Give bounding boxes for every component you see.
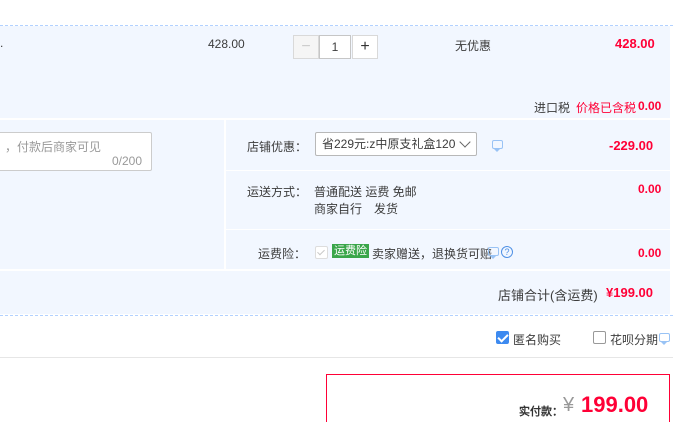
shop-discount-select[interactable]: 省229元:z中原支礼盒120 <box>315 132 477 156</box>
shop-discount-selected: 省229元:z中原支礼盒120 <box>322 137 456 151</box>
insurance-value: 0.00 <box>638 246 662 260</box>
tax-label: 进口税 <box>534 101 571 115</box>
item-discount: 无优惠 <box>455 39 492 53</box>
tax-value: 0.00 <box>638 99 662 113</box>
shop-discount-value: -229.00 <box>609 138 654 153</box>
unit-price: 428.00 <box>208 37 245 51</box>
item-title-fragment: . <box>0 36 4 50</box>
buyer-message-field[interactable]: ，付款后商家可见 0/200 <box>0 132 152 171</box>
payment-amount: 199.00 <box>581 392 649 417</box>
comment-icon[interactable] <box>488 247 499 259</box>
item-subtotal: 428.00 <box>615 36 655 51</box>
row-separator <box>226 229 670 230</box>
payment-label: 实付款： <box>519 406 563 418</box>
insurance-checkbox <box>315 246 328 259</box>
help-icon[interactable]: ? <box>501 246 513 258</box>
section-divider <box>0 315 673 316</box>
anonymous-label: 匿名购买 <box>513 333 562 347</box>
shop-discount-label: 店铺优惠： <box>247 140 308 154</box>
quantity-decrease-button[interactable]: − <box>293 35 319 59</box>
payment-summary: 实付款： ¥ 199.00 <box>326 374 670 422</box>
tax-note: 价格已含税 <box>576 101 637 115</box>
message-placeholder: ，付款后商家可见 <box>5 140 102 154</box>
message-counter: 0/200 <box>112 154 143 168</box>
options-divider <box>0 357 673 358</box>
anonymous-checkbox[interactable] <box>496 331 509 344</box>
huabei-checkbox[interactable] <box>593 331 606 344</box>
row-separator <box>226 170 670 171</box>
row-separator <box>0 269 670 271</box>
insurance-label: 运费险： <box>258 247 307 261</box>
shipping-method: 普通配送 运费 免邮 <box>314 185 417 199</box>
column-separator <box>224 120 226 270</box>
currency-symbol: ¥ <box>563 394 575 416</box>
shipping-label: 运送方式： <box>247 185 308 199</box>
comment-icon[interactable] <box>492 140 503 152</box>
shop-total-value: ¥199.00 <box>606 285 653 300</box>
chevron-down-icon <box>459 136 471 148</box>
shop-total-label: 店铺合计(含运费) <box>498 288 598 303</box>
shipping-dispatch: 商家自行 发货 <box>314 202 399 216</box>
comment-icon[interactable] <box>659 333 670 345</box>
shipping-value: 0.00 <box>638 182 662 196</box>
quantity-increase-button[interactable]: + <box>352 35 378 59</box>
huabei-label: 花呗分期 <box>610 333 659 347</box>
quantity-input[interactable]: 1 <box>319 35 351 59</box>
insurance-text: 卖家赠送，退换货可赔 <box>372 247 493 261</box>
insurance-badge: 运费险 <box>332 244 369 258</box>
